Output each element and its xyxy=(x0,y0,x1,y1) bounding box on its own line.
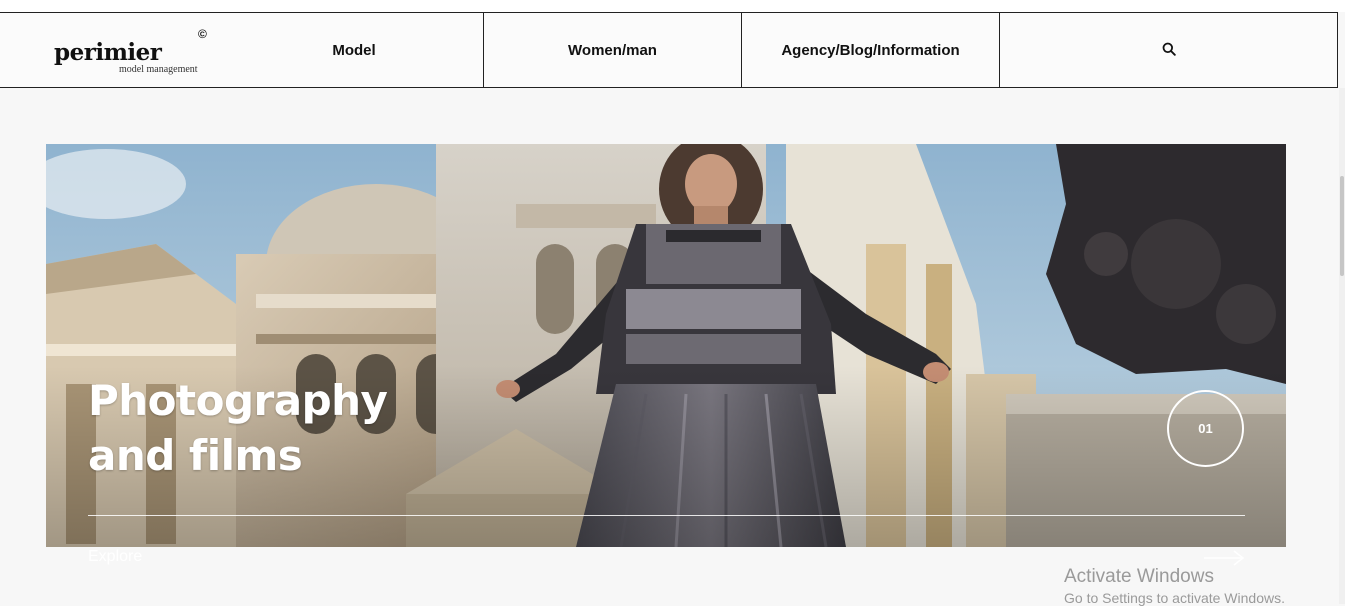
copyright-mark: © xyxy=(198,27,207,41)
hero-divider xyxy=(88,515,1245,516)
nav-item-label: Agency/Blog/Information xyxy=(781,42,960,59)
brand-name: perimier xyxy=(54,39,162,66)
top-navigation: perimier © model management Model Women/… xyxy=(0,12,1338,88)
nav-item-women-man[interactable]: Women/man xyxy=(483,13,741,88)
explore-link[interactable]: Explore xyxy=(88,548,142,566)
nav-item-model[interactable]: Model xyxy=(225,13,483,88)
slide-number-badge[interactable]: 01 xyxy=(1167,390,1244,467)
hero-title-line-2: and films xyxy=(88,431,303,480)
search-icon xyxy=(1162,42,1176,60)
nav-item-label: Model xyxy=(332,42,376,59)
arrow-right-icon[interactable] xyxy=(1203,549,1245,567)
hero-banner-image xyxy=(46,144,1286,547)
brand-logo[interactable]: perimier © model management xyxy=(52,27,222,77)
hero-title-line-1: Photography xyxy=(88,376,388,425)
nav-item-agency-blog-information[interactable]: Agency/Blog/Information xyxy=(741,13,999,88)
slide-number: 01 xyxy=(1198,421,1213,436)
scrollbar-thumb[interactable] xyxy=(1340,176,1344,276)
top-gap xyxy=(0,0,1345,12)
hero-title: Photography and films xyxy=(88,373,588,483)
nav-item-label: Women/man xyxy=(568,42,657,59)
windows-activation-title: Activate Windows xyxy=(1064,566,1214,587)
search-button[interactable] xyxy=(999,13,1337,88)
page-scrollbar[interactable] xyxy=(1339,88,1345,604)
brand-tagline: model management xyxy=(119,64,198,75)
hero-photo xyxy=(46,144,1286,547)
